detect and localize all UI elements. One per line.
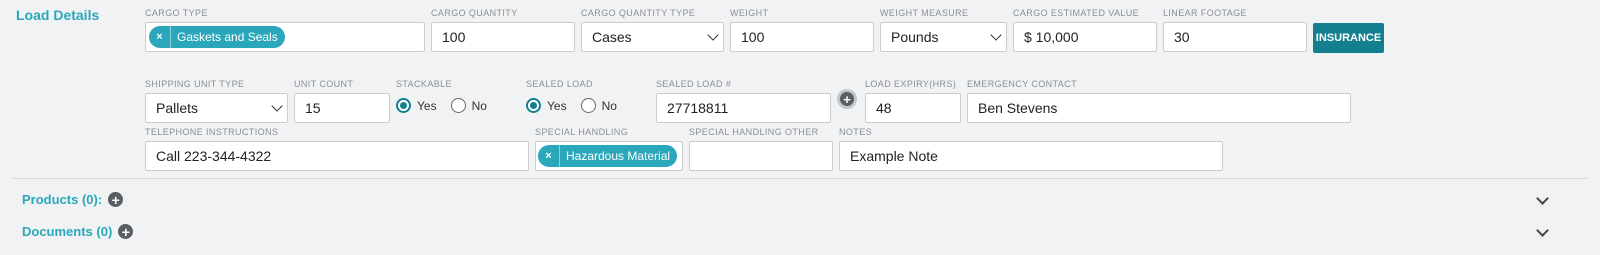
emergency-contact-input[interactable]: Ben Stevens <box>967 93 1351 123</box>
weight-measure-select[interactable]: Pounds <box>880 22 1007 52</box>
unit-count-label: UNIT COUNT <box>294 79 354 89</box>
documents-section-header[interactable]: Documents (0) + <box>22 224 134 239</box>
add-document-icon[interactable]: + <box>118 224 134 239</box>
special-handling-tag-label: Hazardous Material <box>566 149 671 163</box>
load-expiry-label: LOAD EXPIRY(HRS) <box>865 79 957 89</box>
plus-icon: + <box>840 92 854 106</box>
documents-section-label[interactable]: Documents (0) <box>22 224 112 239</box>
tag-remove-icon[interactable]: × <box>538 145 560 167</box>
weight-measure-value: Pounds <box>891 29 939 45</box>
cargo-type-field[interactable]: × Gaskets and Seals <box>145 22 425 52</box>
load-expiry-input[interactable]: 48 <box>865 93 961 123</box>
stackable-yes-label: Yes <box>417 98 437 113</box>
sealed-load-no-radio[interactable] <box>580 98 596 113</box>
cargo-quantity-type-select[interactable]: Cases <box>581 22 724 52</box>
sealed-load-number-label: SEALED LOAD # <box>656 79 732 89</box>
stackable-no-label: No <box>471 98 487 113</box>
chevron-down-icon <box>707 29 719 41</box>
cargo-quantity-type-label: CARGO QUANTITY TYPE <box>581 8 696 18</box>
add-sealed-load-button[interactable]: + <box>837 89 857 109</box>
cargo-quantity-input[interactable]: 100 <box>431 22 575 52</box>
cargo-estimated-value-input[interactable]: $ 10,000 <box>1013 22 1157 52</box>
add-product-icon[interactable]: + <box>108 192 124 207</box>
products-section-label[interactable]: Products (0): <box>22 192 102 207</box>
shipping-unit-type-value: Pallets <box>156 100 199 116</box>
linear-footage-label: LINEAR FOOTAGE <box>1163 8 1247 18</box>
cargo-type-label: CARGO TYPE <box>145 8 208 18</box>
sealed-load-yes-radio[interactable] <box>526 98 541 113</box>
sealed-load-number-input[interactable]: 27718811 <box>656 93 831 123</box>
notes-input[interactable]: Example Note <box>839 141 1223 171</box>
notes-label: NOTES <box>839 127 873 137</box>
weight-measure-label: WEIGHT MEASURE <box>880 8 969 18</box>
stackable-radio-group: Yes No <box>396 98 501 113</box>
chevron-down-icon[interactable] <box>1536 192 1549 205</box>
chevron-down-icon <box>271 100 283 112</box>
sealed-load-radio-group: Yes No <box>526 98 631 113</box>
stackable-yes-radio[interactable] <box>396 98 411 113</box>
unit-count-input[interactable]: 15 <box>294 93 390 123</box>
sealed-load-no-label: No <box>601 98 617 113</box>
products-section-header[interactable]: Products (0): + <box>22 192 124 207</box>
special-handling-tag: × Hazardous Material <box>538 145 678 167</box>
chevron-down-icon <box>990 29 1002 41</box>
cargo-type-tag-label: Gaskets and Seals <box>177 30 278 44</box>
stackable-no-radio[interactable] <box>450 98 466 113</box>
cargo-quantity-type-value: Cases <box>592 29 632 45</box>
emergency-contact-label: EMERGENCY CONTACT <box>967 79 1077 89</box>
shipping-unit-type-label: SHIPPING UNIT TYPE <box>145 79 245 89</box>
stackable-label: STACKABLE <box>396 79 452 89</box>
special-handling-label: SPECIAL HANDLING <box>535 127 629 137</box>
special-handling-other-label: SPECIAL HANDLING OTHER <box>689 127 819 137</box>
linear-footage-input[interactable]: 30 <box>1163 22 1307 52</box>
sealed-load-label: SEALED LOAD <box>526 79 593 89</box>
insurance-button[interactable]: INSURANCE <box>1313 23 1384 53</box>
cargo-quantity-label: CARGO QUANTITY <box>431 8 518 18</box>
shipping-unit-type-select[interactable]: Pallets <box>145 93 288 123</box>
sealed-load-yes-label: Yes <box>547 98 567 113</box>
tag-remove-icon[interactable]: × <box>149 26 171 48</box>
cargo-estimated-value-label: CARGO ESTIMATED VALUE <box>1013 8 1140 18</box>
weight-label: WEIGHT <box>730 8 769 18</box>
telephone-instructions-label: TELEPHONE INSTRUCTIONS <box>145 127 279 137</box>
load-details-title: Load Details <box>16 7 100 23</box>
cargo-type-tag: × Gaskets and Seals <box>149 26 285 48</box>
special-handling-other-input[interactable] <box>689 141 833 171</box>
special-handling-field[interactable]: × Hazardous Material <box>535 141 683 171</box>
weight-input[interactable]: 100 <box>730 22 874 52</box>
telephone-instructions-input[interactable]: Call 223-344-4322 <box>145 141 529 171</box>
section-divider <box>12 178 1588 179</box>
chevron-down-icon[interactable] <box>1536 224 1549 237</box>
